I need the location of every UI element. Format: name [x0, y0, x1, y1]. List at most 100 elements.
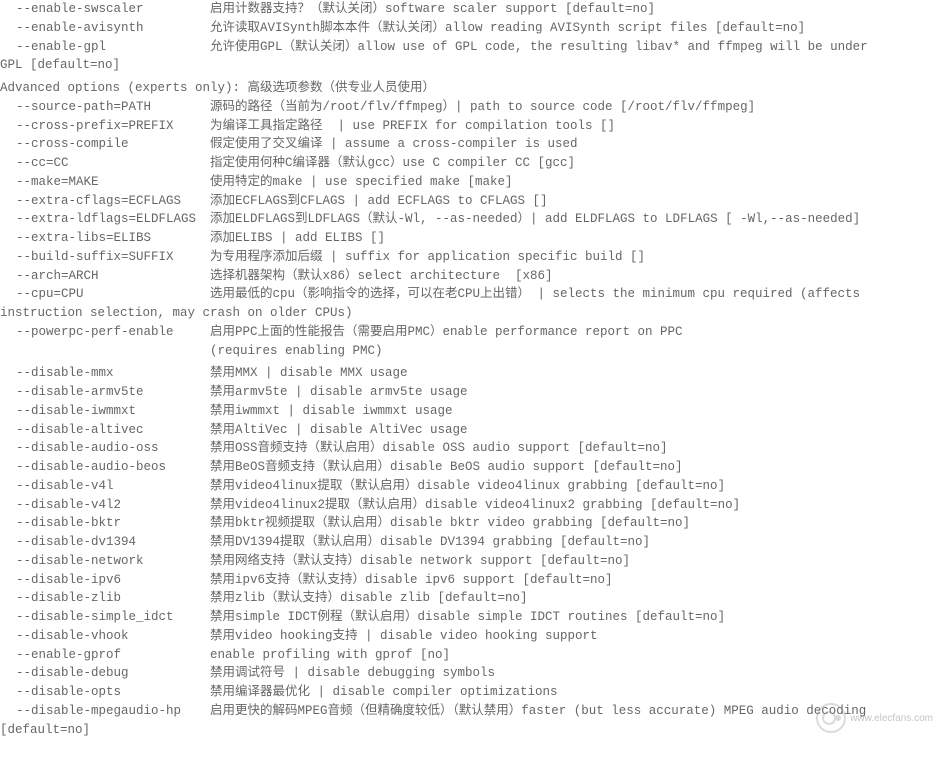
option-description: 添加ELDFLAGS到LDFLAGS（默认-Wl, --as-needed）| …	[210, 210, 860, 229]
option-row: --disable-debug禁用调试符号 | disable debuggin…	[0, 664, 941, 683]
wrapped-line: instruction selection, may crash on olde…	[0, 304, 941, 323]
option-row: --disable-mpegaudio-hp启用更快的解码MPEG音频（但精确度…	[0, 702, 941, 721]
option-description: 使用特定的make | use specified make [make]	[210, 173, 513, 192]
option-description: 禁用AltiVec | disable AltiVec usage	[210, 421, 468, 440]
option-flag: --extra-cflags=ECFLAGS	[0, 192, 210, 211]
option-description: 禁用MMX | disable MMX usage	[210, 364, 408, 383]
wrapped-line: GPL [default=no]	[0, 56, 941, 75]
option-row: --arch=ARCH选择机器架构（默认x86）select architect…	[0, 267, 941, 286]
option-row: --extra-ldflags=ELDFLAGS添加ELDFLAGS到LDFLA…	[0, 210, 941, 229]
option-row: --cross-compile假定使用了交叉编译 | assume a cros…	[0, 135, 941, 154]
option-flag: --enable-gpl	[0, 38, 210, 57]
option-description: 禁用zlib（默认支持）disable zlib [default=no]	[210, 589, 528, 608]
option-row: --disable-zlib禁用zlib（默认支持）disable zlib […	[0, 589, 941, 608]
option-flag: --disable-altivec	[0, 421, 210, 440]
option-row: --powerpc-perf-enable启用PPC上面的性能报告（需要启用PM…	[0, 323, 941, 342]
option-description: 选择机器架构（默认x86）select architecture [x86]	[210, 267, 553, 286]
option-row: --disable-bktr禁用bktr视频提取（默认启用）disable bk…	[0, 514, 941, 533]
option-flag: --disable-ipv6	[0, 571, 210, 590]
option-flag: --cc=CC	[0, 154, 210, 173]
option-flag: --disable-v4l2	[0, 496, 210, 515]
option-row: --build-suffix=SUFFIX为专用程序添加后缀 | suffix …	[0, 248, 941, 267]
option-flag: --powerpc-perf-enable	[0, 323, 210, 342]
option-description: 允许读取AVISynth脚本本件（默认关闭）allow reading AVIS…	[210, 19, 805, 38]
option-flag: --disable-v4l	[0, 477, 210, 496]
option-row: --cc=CC指定使用何种C编译器（默认gcc）use C compiler C…	[0, 154, 941, 173]
option-flag: --enable-gprof	[0, 646, 210, 665]
option-description: 启用更快的解码MPEG音频（但精确度较低）（默认禁用）faster (but l…	[210, 702, 866, 721]
option-row: --disable-armv5te禁用armv5te | disable arm…	[0, 383, 941, 402]
option-description: 为编译工具指定路径 | use PREFIX for compilation t…	[210, 117, 615, 136]
option-description: 禁用video hooking支持 | disable video hookin…	[210, 627, 598, 646]
option-row: (requires enabling PMC)	[0, 342, 941, 361]
option-flag: --disable-mmx	[0, 364, 210, 383]
option-description: 禁用simple IDCT例程（默认启用）disable simple IDCT…	[210, 608, 725, 627]
option-flag: --disable-armv5te	[0, 383, 210, 402]
option-flag: --disable-zlib	[0, 589, 210, 608]
watermark-text: www.elecfans.com	[850, 711, 933, 726]
option-flag: --disable-vhook	[0, 627, 210, 646]
option-description: 指定使用何种C编译器（默认gcc）use C compiler CC [gcc]	[210, 154, 575, 173]
logo-icon	[816, 703, 846, 733]
option-description: 添加ECFLAGS到CFLAGS | add ECFLAGS to CFLAGS…	[210, 192, 548, 211]
option-description: 启用PPC上面的性能报告（需要启用PMC）enable performance …	[210, 323, 683, 342]
option-description: 禁用OSS音频支持（默认启用）disable OSS audio support…	[210, 439, 668, 458]
option-row: --extra-libs=ELIBS添加ELIBS | add ELIBS []	[0, 229, 941, 248]
option-row: --disable-simple_idct禁用simple IDCT例程（默认启…	[0, 608, 941, 627]
option-description: 禁用video4linux2提取（默认启用）disable video4linu…	[210, 496, 740, 515]
option-flag: --source-path=PATH	[0, 98, 210, 117]
option-description: 禁用video4linux提取（默认启用）disable video4linux…	[210, 477, 725, 496]
option-row: --extra-cflags=ECFLAGS添加ECFLAGS到CFLAGS |…	[0, 192, 941, 211]
option-flag: --disable-simple_idct	[0, 608, 210, 627]
option-description: 假定使用了交叉编译 | assume a cross-compiler is u…	[210, 135, 578, 154]
section-header: Advanced options (experts only): 高级选项参数（…	[0, 79, 941, 98]
option-row: --disable-v4l2禁用video4linux2提取（默认启用）disa…	[0, 496, 941, 515]
option-description: 禁用DV1394提取（默认启用）disable DV1394 grabbing …	[210, 533, 650, 552]
option-flag: --disable-audio-beos	[0, 458, 210, 477]
option-flag: --cross-prefix=PREFIX	[0, 117, 210, 136]
wrapped-line: [default=no]	[0, 721, 941, 740]
option-row: --source-path=PATH源码的路径（当前为/root/flv/ffm…	[0, 98, 941, 117]
option-flag: --cross-compile	[0, 135, 210, 154]
option-row: --disable-ipv6禁用ipv6支持（默认支持）disable ipv6…	[0, 571, 941, 590]
option-row: --enable-gpl允许使用GPL（默认关闭）allow use of GP…	[0, 38, 941, 57]
option-flag: --enable-swscaler	[0, 0, 210, 19]
option-flag: --cpu=CPU	[0, 285, 210, 304]
option-description: 源码的路径（当前为/root/flv/ffmpeg）| path to sour…	[210, 98, 755, 117]
option-row: --disable-vhook禁用video hooking支持 | disab…	[0, 627, 941, 646]
option-description: 允许使用GPL（默认关闭）allow use of GPL code, the …	[210, 38, 868, 57]
option-flag: --make=MAKE	[0, 173, 210, 192]
option-flag: --disable-iwmmxt	[0, 402, 210, 421]
option-row: --disable-audio-beos禁用BeOS音频支持（默认启用）disa…	[0, 458, 941, 477]
option-description: 禁用iwmmxt | disable iwmmxt usage	[210, 402, 453, 421]
option-flag: --build-suffix=SUFFIX	[0, 248, 210, 267]
option-flag: --disable-mpegaudio-hp	[0, 702, 210, 721]
option-description: 为专用程序添加后缀 | suffix for application speci…	[210, 248, 645, 267]
option-flag	[0, 342, 210, 361]
option-description: 启用计数器支持？（默认关闭）software scaler support [d…	[210, 0, 655, 19]
option-flag: --arch=ARCH	[0, 267, 210, 286]
option-description: 选用最低的cpu（影响指令的选择，可以在老CPU上出错） | selects t…	[210, 285, 860, 304]
option-row: --disable-iwmmxt禁用iwmmxt | disable iwmmx…	[0, 402, 941, 421]
option-description: 添加ELIBS | add ELIBS []	[210, 229, 385, 248]
option-description: 禁用编译器最优化 | disable compiler optimization…	[210, 683, 558, 702]
option-flag: --disable-debug	[0, 664, 210, 683]
option-row: --enable-gprofenable profiling with gpro…	[0, 646, 941, 665]
option-row: --disable-dv1394禁用DV1394提取（默认启用）disable …	[0, 533, 941, 552]
option-flag: --disable-dv1394	[0, 533, 210, 552]
option-row: --cpu=CPU选用最低的cpu（影响指令的选择，可以在老CPU上出错） | …	[0, 285, 941, 304]
option-flag: --extra-ldflags=ELDFLAGS	[0, 210, 210, 229]
option-row: --cross-prefix=PREFIX为编译工具指定路径 | use PRE…	[0, 117, 941, 136]
option-flag: --enable-avisynth	[0, 19, 210, 38]
option-description: 禁用bktr视频提取（默认启用）disable bktr video grabb…	[210, 514, 690, 533]
option-row: --make=MAKE使用特定的make | use specified mak…	[0, 173, 941, 192]
option-description: 禁用调试符号 | disable debugging symbols	[210, 664, 495, 683]
option-description: 禁用网络支持（默认支持）disable network support [def…	[210, 552, 630, 571]
option-row: --enable-avisynth允许读取AVISynth脚本本件（默认关闭）a…	[0, 19, 941, 38]
option-row: --disable-v4l禁用video4linux提取（默认启用）disabl…	[0, 477, 941, 496]
option-flag: --disable-opts	[0, 683, 210, 702]
option-description: 禁用BeOS音频支持（默认启用）disable BeOS audio suppo…	[210, 458, 683, 477]
option-row: --enable-swscaler启用计数器支持？（默认关闭）software …	[0, 0, 941, 19]
option-description: 禁用ipv6支持（默认支持）disable ipv6 support [defa…	[210, 571, 613, 590]
option-flag: --extra-libs=ELIBS	[0, 229, 210, 248]
